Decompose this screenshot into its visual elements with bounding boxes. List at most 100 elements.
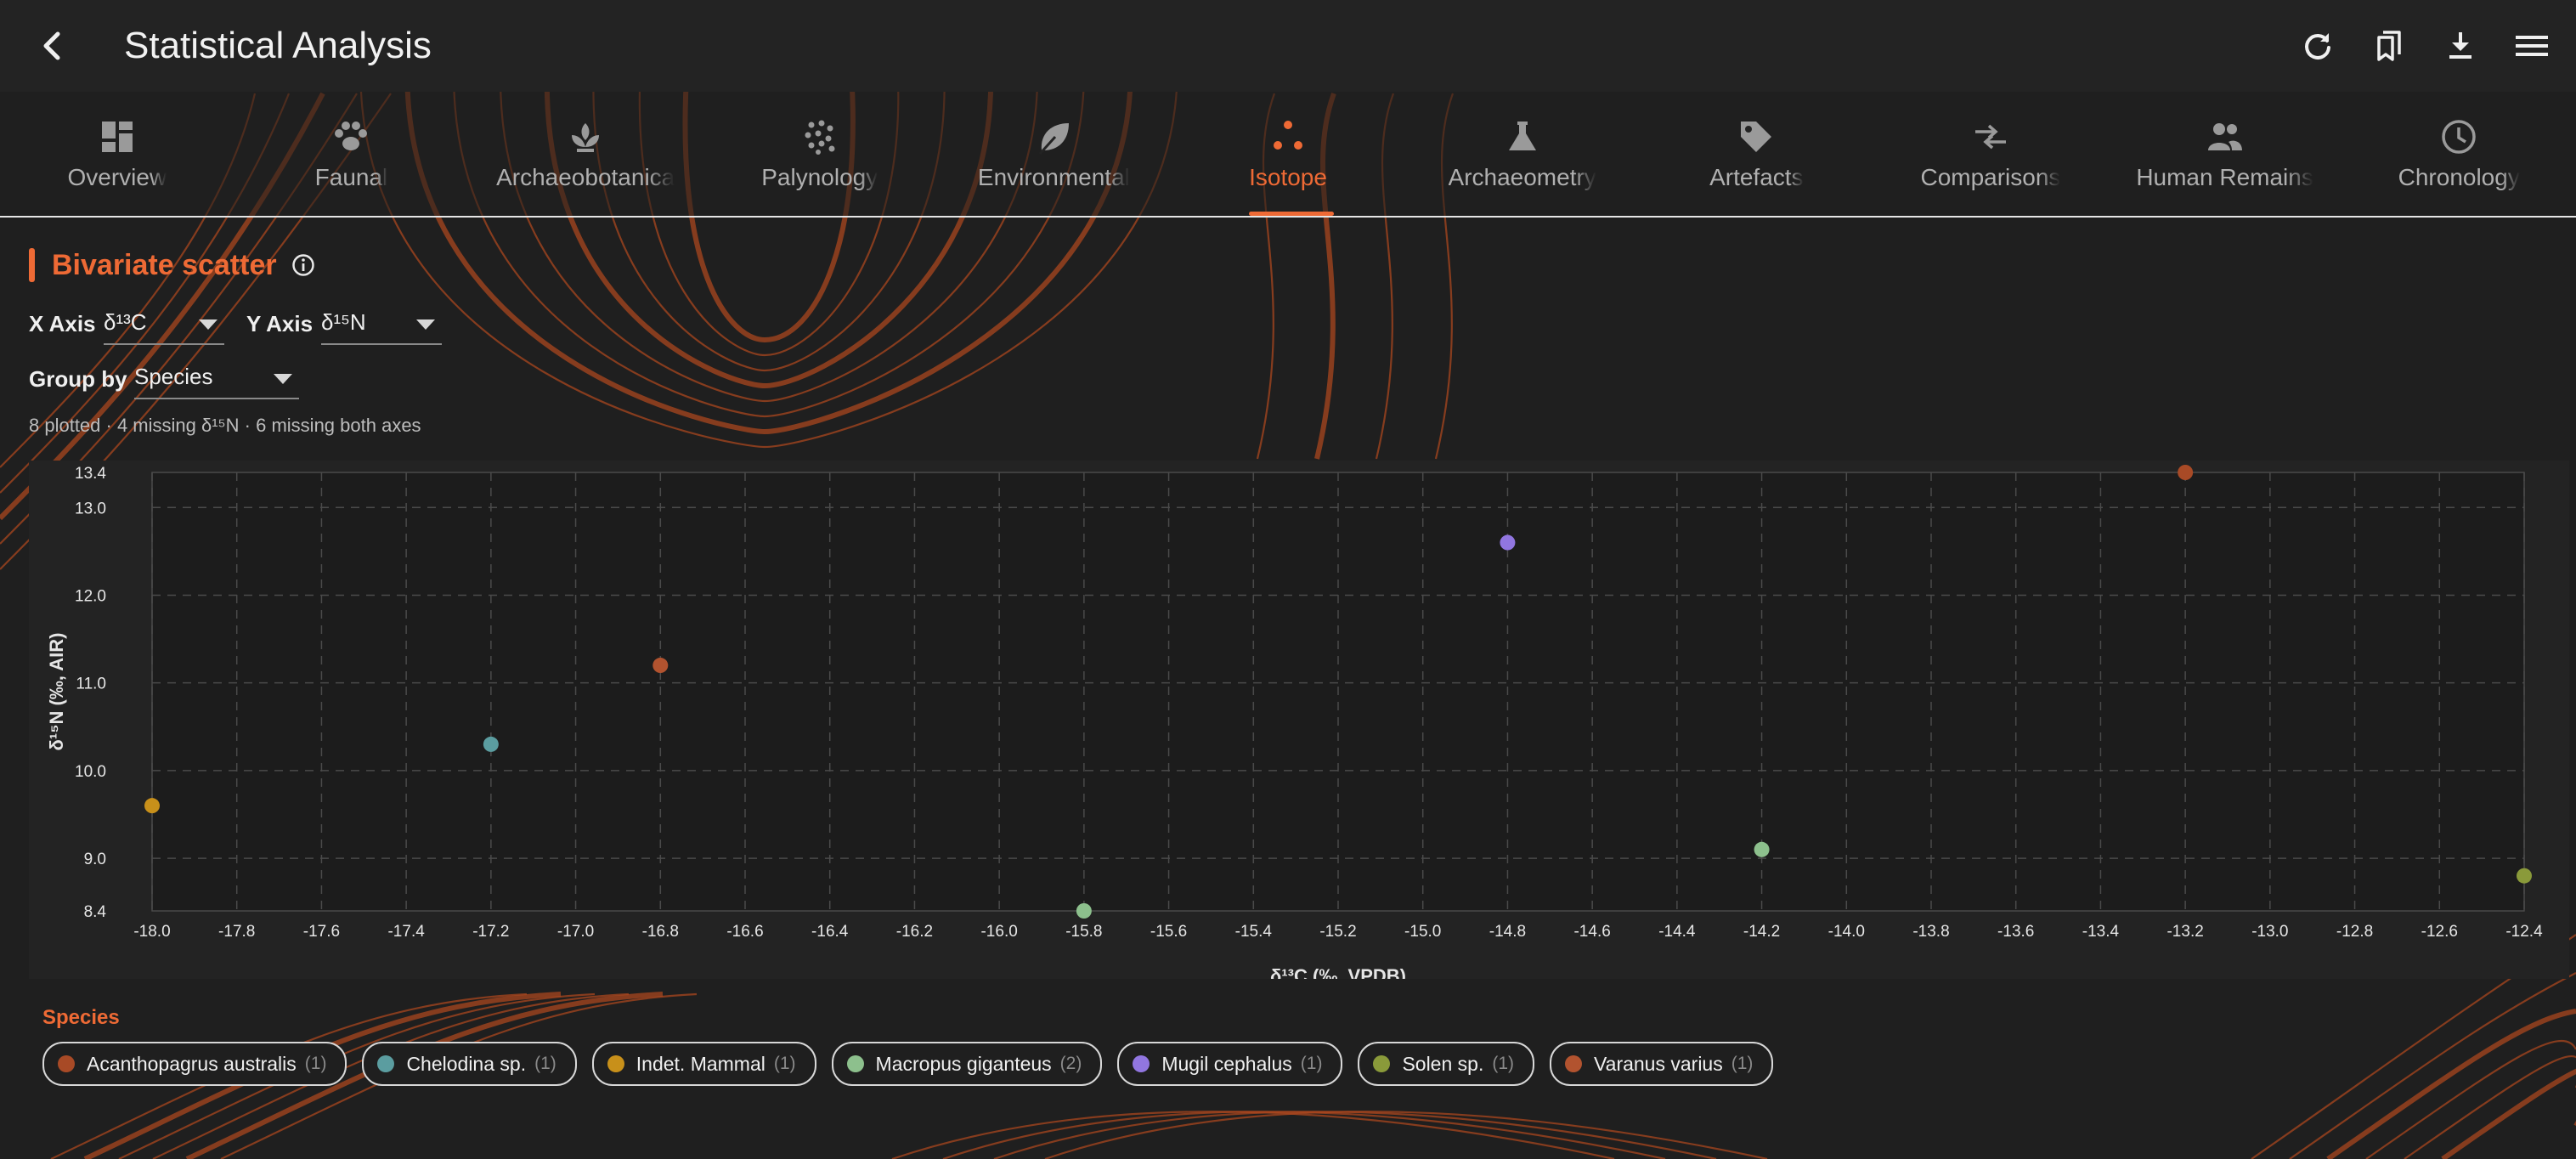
bookmarks-button[interactable] xyxy=(2362,19,2416,73)
x-tick-label: -14.6 xyxy=(1573,923,1610,941)
legend-label: Chelodina sp. xyxy=(406,1052,527,1075)
legend-color-dot xyxy=(1565,1055,1583,1072)
group-by-select[interactable]: Species xyxy=(134,359,299,399)
legend-color-dot xyxy=(1373,1055,1391,1072)
pollen-icon xyxy=(799,116,840,157)
plot-summary: 8 plotted · 4 missing δ¹⁵N · 6 missing b… xyxy=(29,415,421,436)
data-point[interactable] xyxy=(144,798,160,814)
x-tick-label: -17.8 xyxy=(218,923,255,941)
info-button[interactable] xyxy=(291,252,316,278)
x-tick-label: -18.0 xyxy=(133,923,170,941)
download-icon xyxy=(2449,32,2471,59)
tab-archaeometry[interactable]: Archaeometry xyxy=(1405,92,1640,216)
data-point[interactable] xyxy=(652,658,669,674)
x-tick-label: -15.0 xyxy=(1404,923,1441,941)
x-tick-label: -15.2 xyxy=(1319,923,1356,941)
legend-color-dot xyxy=(1133,1055,1150,1072)
info-icon xyxy=(291,254,314,276)
data-point[interactable] xyxy=(483,736,499,752)
data-point[interactable] xyxy=(1500,534,1516,551)
x-tick-label: -14.0 xyxy=(1828,923,1865,941)
legend-label: Mugil cephalus xyxy=(1161,1052,1292,1075)
legend-label: Varanus varius xyxy=(1594,1052,1723,1075)
legend-chip[interactable]: Mugil cephalus (1) xyxy=(1117,1042,1343,1086)
x-tick-label: -17.6 xyxy=(303,923,340,941)
y-axis-select[interactable]: δ¹⁵N xyxy=(321,304,442,345)
leaf-icon xyxy=(1033,116,1074,157)
tab-environmental[interactable]: Environmental xyxy=(937,92,1172,216)
scatter-plot-container: -18.0 -17.8 -17.6 -17.4 -17.2 -17.0 -16.8 -16.6… xyxy=(29,461,2569,979)
x-tick-label: -15.6 xyxy=(1150,923,1187,941)
y-tick-label: 11.0 xyxy=(76,676,106,693)
tab-artefacts[interactable]: Artefacts xyxy=(1639,92,1873,216)
y-tick-label: 12.0 xyxy=(75,587,106,605)
dashboard-icon xyxy=(97,116,138,157)
group-by-value: Species xyxy=(134,364,213,389)
tab-palynology[interactable]: Palynology xyxy=(703,92,937,216)
legend-count: (1) xyxy=(1300,1054,1323,1073)
x-tick-label: -14.4 xyxy=(1658,923,1696,941)
legend-chip[interactable]: Macropus giganteus (2) xyxy=(831,1042,1103,1086)
y-tick-label: 9.0 xyxy=(84,851,106,868)
y-tick-label: 10.0 xyxy=(75,763,106,781)
flask-icon xyxy=(1502,116,1543,157)
clock-icon xyxy=(2438,116,2479,157)
x-tick-label: -17.2 xyxy=(472,923,509,941)
data-point[interactable] xyxy=(1754,841,1770,857)
x-tick-label: -15.8 xyxy=(1065,923,1102,941)
y-tick-label: 8.4 xyxy=(84,903,107,921)
compare-icon xyxy=(1970,116,2011,157)
legend-title: Species xyxy=(42,1006,120,1029)
tab-label: Overview xyxy=(67,164,167,190)
legend-chips: Acanthopagrus australis (1) Chelodina sp. (… xyxy=(42,1042,1774,1086)
scatter-icon xyxy=(1268,116,1308,157)
y-axis-value: δ¹⁵N xyxy=(321,309,366,335)
legend-chip[interactable]: Acanthopagrus australis (1) xyxy=(42,1042,347,1086)
data-point[interactable] xyxy=(2517,868,2532,884)
x-tick-label: -16.0 xyxy=(980,923,1017,941)
tab-human-remains[interactable]: Human Remains xyxy=(2108,92,2342,216)
tab-comparisons[interactable]: Comparisons xyxy=(1873,92,2108,216)
tab-isotope[interactable]: Isotope xyxy=(1171,92,1405,216)
analysis-tabs: Overview Faunal Archaeobotanical Palynology… xyxy=(0,92,2576,218)
x-tick-label: -13.0 xyxy=(2251,923,2288,941)
tag-icon xyxy=(1736,116,1777,157)
menu-button[interactable] xyxy=(2505,19,2559,73)
bookmarks-icon xyxy=(2377,31,2401,61)
x-tick-label: -13.4 xyxy=(2082,923,2120,941)
x-tick-label: -12.6 xyxy=(2421,923,2458,941)
group-by-label: Group by xyxy=(29,366,127,392)
app-bar-actions xyxy=(2291,19,2559,73)
legend-chip[interactable]: Varanus varius (1) xyxy=(1550,1042,1774,1086)
x-axis-select[interactable]: δ¹³C xyxy=(104,304,224,345)
tab-label: Human Remains xyxy=(2136,164,2313,190)
paw-icon xyxy=(330,116,371,157)
tab-faunal[interactable]: Faunal xyxy=(234,92,469,216)
page-title: Statistical Analysis xyxy=(124,25,432,66)
section-title: Bivariate scatter xyxy=(52,248,277,281)
section-accent-bar xyxy=(29,248,35,282)
legend-count: (1) xyxy=(534,1054,556,1073)
legend-color-dot xyxy=(377,1055,395,1072)
refresh-button[interactable] xyxy=(2291,19,2345,73)
data-point[interactable] xyxy=(1076,903,1092,919)
data-point[interactable] xyxy=(2178,465,2194,480)
legend-chip[interactable]: Indet. Mammal (1) xyxy=(591,1042,816,1086)
tab-archaeobotanical[interactable]: Archaeobotanical xyxy=(468,92,703,216)
legend-label: Acanthopagrus australis xyxy=(87,1052,297,1075)
x-tick-label: -14.2 xyxy=(1743,923,1780,941)
legend-chip[interactable]: Solen sp. (1) xyxy=(1358,1042,1535,1086)
tab-label: Faunal xyxy=(314,164,388,190)
legend-count: (1) xyxy=(1731,1054,1754,1073)
y-axis-title: δ¹⁵N (‰, AIR) xyxy=(46,633,67,751)
download-button[interactable] xyxy=(2433,19,2488,73)
x-tick-label: -12.8 xyxy=(2336,923,2373,941)
x-tick-label: -13.2 xyxy=(2166,923,2203,941)
tab-chronology[interactable]: Chronology xyxy=(2342,92,2576,216)
x-tick-label: -16.4 xyxy=(811,923,849,941)
legend-chip[interactable]: Chelodina sp. (1) xyxy=(362,1042,577,1086)
tab-label: Isotope xyxy=(1249,164,1327,190)
tab-overview[interactable]: Overview xyxy=(0,92,234,216)
tab-label: Palynology xyxy=(761,164,878,190)
back-button[interactable] xyxy=(29,22,76,70)
